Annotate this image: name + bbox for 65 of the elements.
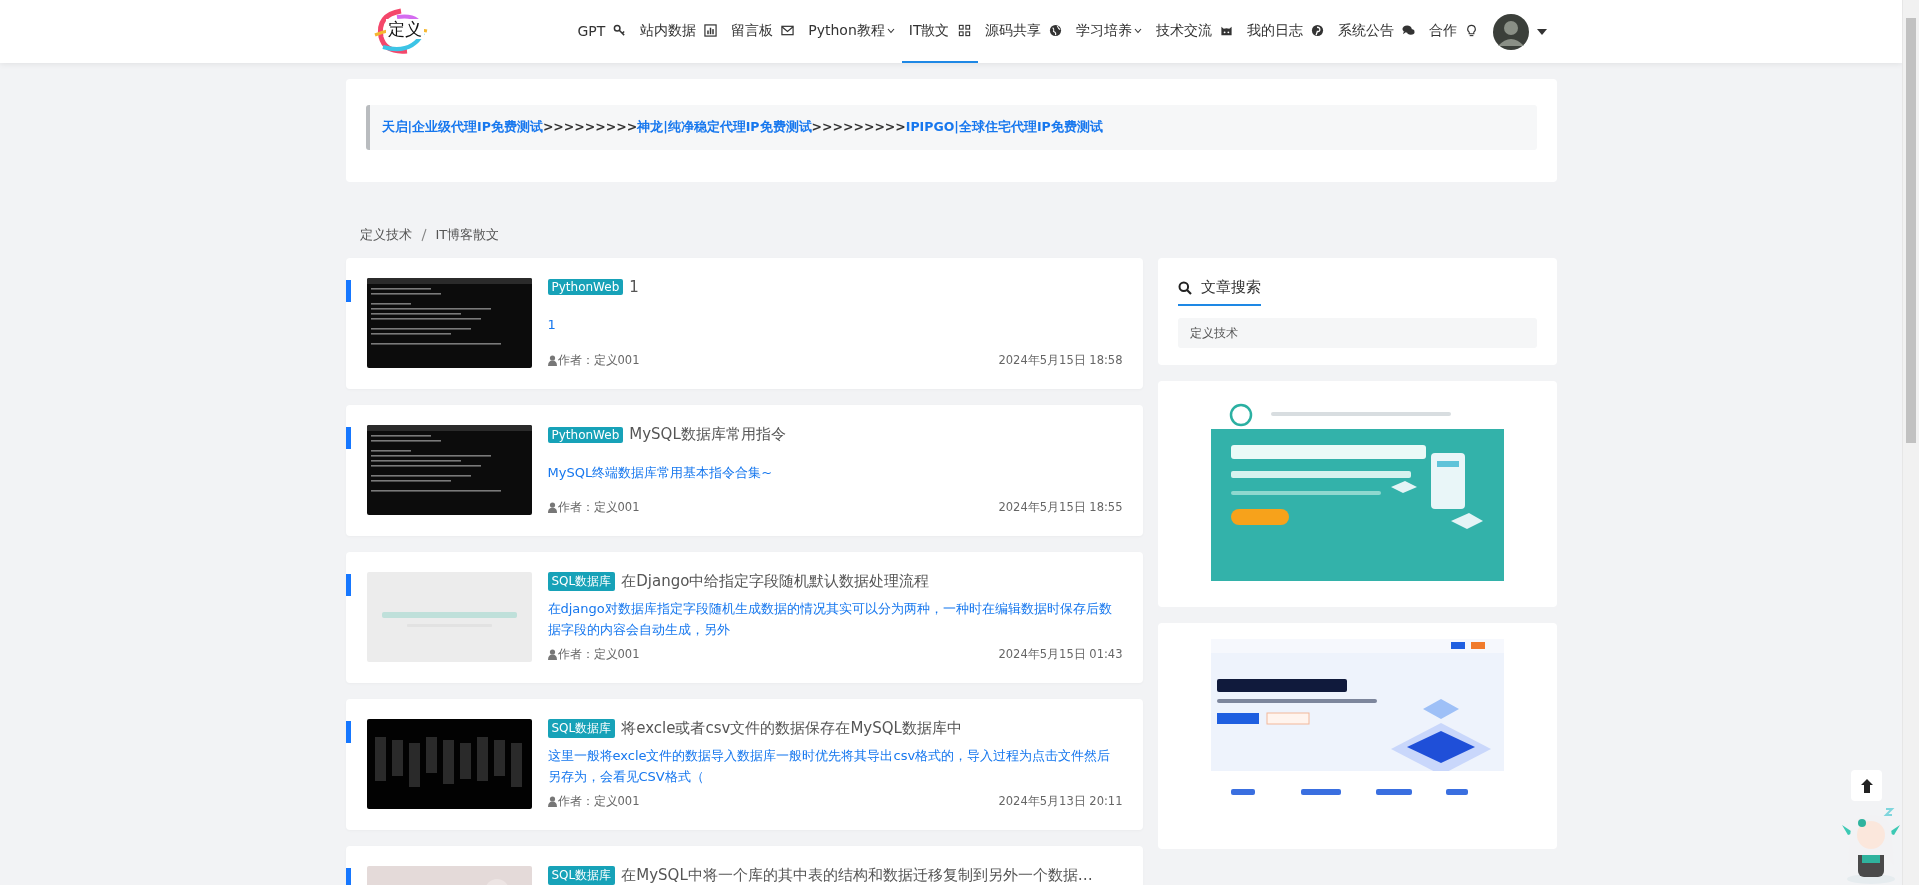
- article-summary[interactable]: 在django对数据库指定字段随机生成数据的情况其实可以分为两种，一种时在编辑数据时保存后数据字段的内容会自动生成，另外: [547, 598, 1123, 640]
- article-title[interactable]: 在MySQL中将一个库的其中表的结构和数据迁移复制到另外一个数据…: [621, 866, 1093, 885]
- promo-link[interactable]: 神龙|纯净稳定代理IP免费测试: [637, 119, 812, 134]
- caret-icon: [1536, 28, 1547, 35]
- comments-icon: [1401, 24, 1415, 37]
- article-summary[interactable]: 1: [547, 314, 1123, 335]
- breadcrumb-link[interactable]: 定义技术: [359, 225, 412, 244]
- nav-link[interactable]: 合作: [1421, 0, 1485, 63]
- nav-link[interactable]: IT散文: [901, 0, 978, 63]
- envelope-icon: [781, 24, 795, 37]
- article-summary[interactable]: MySQL终端数据库常用基本指令合集~: [547, 461, 1123, 483]
- up-arrow-icon: [1859, 777, 1874, 794]
- search-field[interactable]: 定义技术: [1177, 318, 1537, 348]
- card-marker: [345, 427, 351, 449]
- breadcrumb-link[interactable]: IT博客散文: [435, 225, 500, 244]
- article-title[interactable]: MySQL数据库常用指令: [629, 425, 786, 444]
- nav-link[interactable]: 站内数据: [633, 0, 725, 63]
- chevron-down-icon: [886, 27, 895, 34]
- promo-link[interactable]: IPIPGO|全球住宅代理IP免费测试: [905, 119, 1103, 134]
- separator-text: >>>>>>>>>: [811, 119, 906, 134]
- user-icon: [547, 502, 557, 513]
- user-icon: [547, 796, 557, 807]
- date-text: 2024年5月15日 18:58: [998, 353, 1123, 368]
- cat-icon: [1219, 24, 1233, 37]
- card-marker: [345, 280, 351, 302]
- author-text: 作者：定义001: [557, 500, 640, 515]
- back-to-top-button[interactable]: [1851, 770, 1882, 801]
- date-text: 2024年5月15日 01:43: [998, 647, 1123, 662]
- bar-chart-icon: [704, 24, 718, 37]
- article-title[interactable]: 将excle或者csv文件的数据保存在MySQL数据库中: [621, 719, 962, 738]
- nav-link[interactable]: 源码共享: [977, 0, 1069, 63]
- author-text: 作者：定义001: [557, 794, 640, 809]
- lightbulb-icon: [1464, 24, 1478, 37]
- avatar-icon: [1492, 13, 1529, 50]
- scrollbar[interactable]: [1902, 0, 1919, 885]
- nav-link[interactable]: GPT: [570, 0, 634, 63]
- separator-text: >>>>>>>>>: [542, 119, 638, 134]
- author-text: 作者：定义001: [557, 353, 640, 368]
- article-summary[interactable]: 这里一般将excle文件的数据导入数据库一般时优先将其导出csv格式的，导入过程为点击文件然后另存为，会看见CSV格式（: [547, 745, 1123, 787]
- card-marker: [345, 574, 351, 596]
- promo-link[interactable]: 天启|企业级代理IP免费测试: [381, 119, 543, 134]
- date-text: 2024年5月13日 20:11: [998, 794, 1123, 809]
- user-icon: [547, 355, 557, 366]
- slash-icon: [419, 227, 428, 242]
- nav-link[interactable]: 系统公告: [1330, 0, 1422, 63]
- article-title[interactable]: 在Django中给指定字段随机默认数据处理流程: [621, 572, 930, 591]
- site-logo[interactable]: 定义: [345, 0, 433, 63]
- nav-link[interactable]: 学习培养: [1068, 0, 1149, 63]
- date-text: 2024年5月15日 18:55: [998, 500, 1123, 515]
- nav-link[interactable]: 留言板: [724, 0, 802, 63]
- author-text: 作者：定义001: [557, 647, 640, 662]
- chevron-down-icon: [1133, 27, 1142, 34]
- section-heading: 文章搜索: [1177, 278, 1261, 306]
- search-icon: [1177, 280, 1192, 295]
- pin-circle-icon: [1310, 24, 1324, 37]
- nav-link[interactable]: 技术交流: [1148, 0, 1240, 63]
- grid-icon: [957, 24, 971, 37]
- user-icon: [547, 649, 557, 660]
- nav-link[interactable]: 我的日志: [1239, 0, 1331, 63]
- card-marker: [345, 721, 351, 743]
- nav-link[interactable]: Python教程: [801, 0, 902, 63]
- card-marker: [345, 868, 351, 885]
- globe-icon: [1048, 24, 1062, 37]
- article-title[interactable]: 1: [629, 278, 639, 296]
- key-icon: [613, 24, 627, 37]
